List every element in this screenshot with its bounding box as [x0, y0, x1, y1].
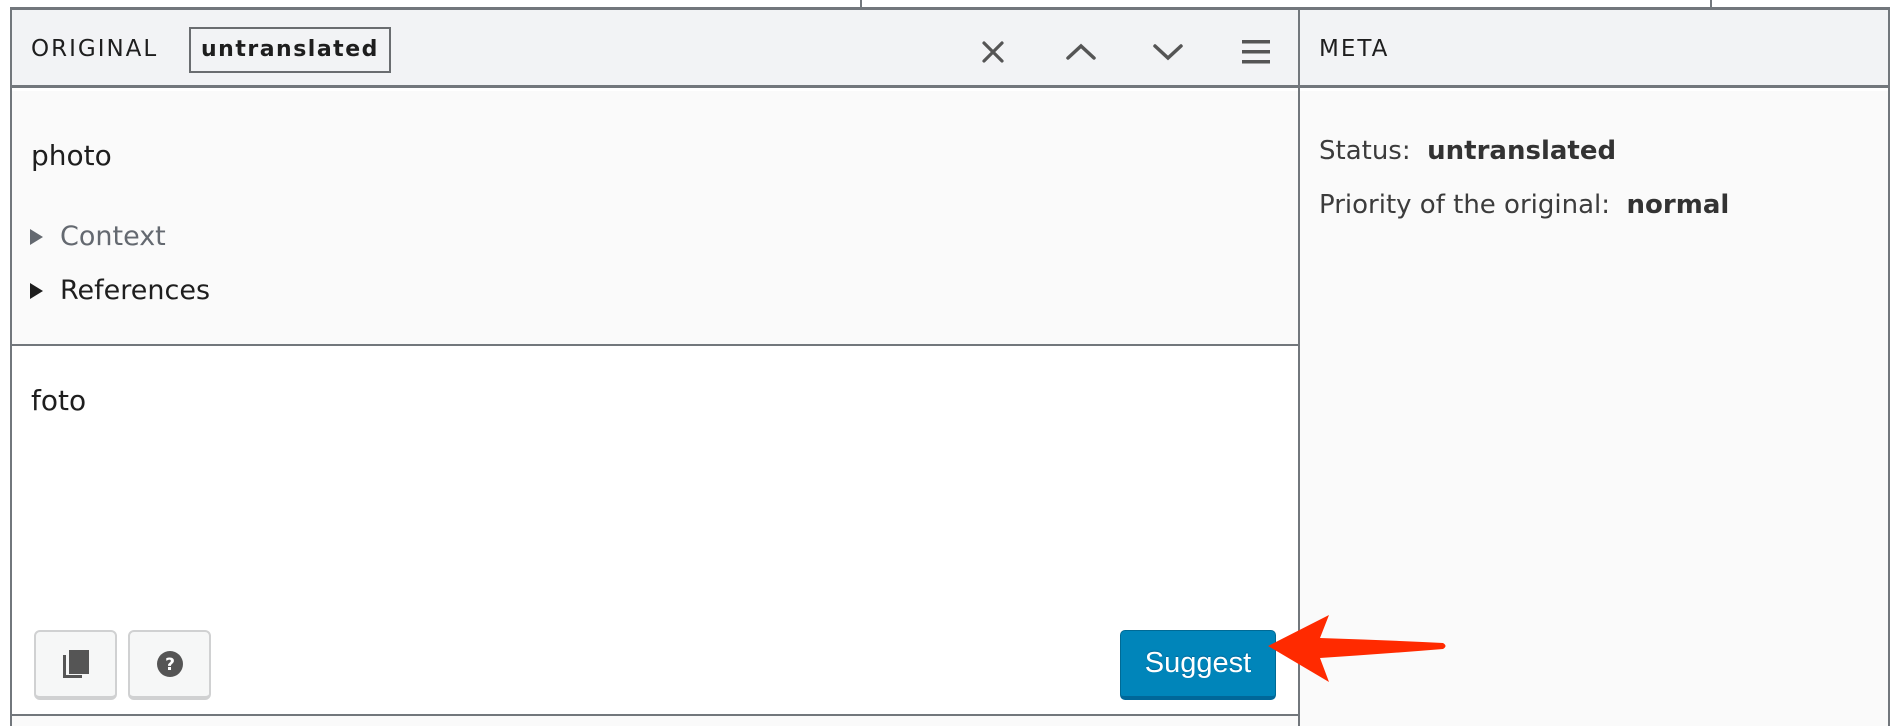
- status-value: untranslated: [1427, 136, 1617, 166]
- next-row-strip: [12, 716, 1298, 726]
- editor-header: ORIGINAL untranslated META: [12, 10, 1888, 88]
- references-label: References: [60, 275, 211, 306]
- copy-original-button[interactable]: [34, 630, 117, 700]
- next-button[interactable]: [1148, 32, 1188, 72]
- meta-priority: Priority of the original: normal: [1319, 190, 1729, 220]
- meta-heading: META: [1319, 36, 1390, 62]
- previous-button[interactable]: [1061, 32, 1101, 72]
- meta-status: Status: untranslated: [1319, 136, 1616, 166]
- help-button[interactable]: ?: [128, 630, 211, 700]
- original-heading: ORIGINAL: [31, 36, 159, 62]
- status-badge: untranslated: [189, 27, 391, 73]
- chevron-down-icon: [1153, 44, 1183, 61]
- menu-icon: [1242, 40, 1270, 64]
- suggest-button[interactable]: Suggest: [1120, 630, 1276, 700]
- references-toggle[interactable]: References: [30, 275, 210, 306]
- translation-text[interactable]: foto: [31, 384, 86, 417]
- close-icon: [982, 41, 1004, 63]
- help-icon: ?: [156, 651, 183, 677]
- context-toggle[interactable]: Context: [30, 221, 166, 252]
- close-button[interactable]: [973, 32, 1013, 72]
- original-panel: photo Context References: [12, 91, 1298, 346]
- menu-button[interactable]: [1236, 32, 1276, 72]
- priority-label: Priority of the original:: [1319, 190, 1611, 220]
- translation-textarea[interactable]: foto ? Suggest: [12, 348, 1298, 714]
- copy-original-icon: [62, 650, 89, 678]
- context-label: Context: [60, 221, 166, 252]
- original-text: photo: [31, 139, 112, 172]
- chevron-up-icon: [1066, 43, 1096, 60]
- priority-value: normal: [1626, 190, 1730, 220]
- disclosure-triangle-icon: [30, 228, 43, 245]
- annotation-arrow-icon: [1268, 615, 1446, 682]
- svg-text:?: ?: [165, 655, 175, 675]
- status-label: Status:: [1319, 136, 1411, 166]
- disclosure-triangle-icon: [30, 282, 43, 299]
